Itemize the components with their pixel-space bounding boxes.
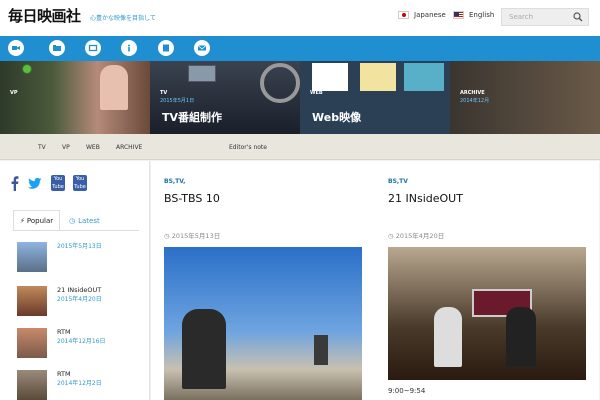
article-date: ◷ 2015年5月13日 bbox=[164, 230, 220, 240]
site-tagline: 心豊かな映像を目指して bbox=[90, 15, 156, 22]
article-category[interactable]: BS,TV, bbox=[164, 178, 185, 185]
mail-icon bbox=[197, 45, 207, 51]
search-icon[interactable] bbox=[573, 12, 583, 22]
sidebar: You Tube You Tube ⚡ Popular ◷ Latest 201… bbox=[0, 161, 150, 400]
tab-popular-label: Popular bbox=[26, 216, 54, 225]
language-english[interactable]: English bbox=[453, 11, 494, 19]
article-caption: 9:00~9:54 bbox=[388, 387, 426, 395]
hero-tile-web[interactable]: WEB Web映像 bbox=[300, 61, 450, 134]
film-icon bbox=[88, 44, 98, 52]
cameraman-photo bbox=[182, 309, 226, 389]
person-photo bbox=[314, 335, 328, 365]
presenter-photo bbox=[506, 307, 536, 367]
youtube-icon[interactable]: You Tube bbox=[51, 175, 65, 191]
submenu-vp[interactable]: VP bbox=[62, 144, 70, 151]
nav-info-button[interactable] bbox=[121, 40, 137, 56]
submenu-archive[interactable]: ARCHIVE bbox=[116, 144, 142, 151]
search-placeholder: Search bbox=[509, 13, 534, 21]
clock-icon: ◷ bbox=[164, 232, 172, 240]
article-date: ◷ 2015年4月20日 bbox=[388, 230, 444, 240]
article-image[interactable] bbox=[388, 247, 586, 380]
hero-archive-tag: ARCHIVE bbox=[460, 90, 485, 96]
search-input[interactable]: Search bbox=[501, 8, 589, 26]
article-title[interactable]: BS-TBS 10 bbox=[164, 192, 369, 206]
recent-thumbnail bbox=[17, 242, 47, 272]
twitter-icon[interactable] bbox=[28, 175, 42, 191]
nav-document-button[interactable] bbox=[158, 40, 174, 56]
tab-latest-label: Latest bbox=[78, 216, 100, 225]
hero-archive-date: 2014年12月 bbox=[460, 98, 490, 104]
recent-title[interactable]: RTM bbox=[57, 370, 142, 379]
hero-vp-tag: VP bbox=[10, 90, 18, 96]
article-card: BS,TV, BS-TBS 10 ◷ 2015年5月13日 bbox=[151, 161, 375, 400]
recent-date: 2015年5月13日 bbox=[57, 243, 102, 250]
tab-divider bbox=[13, 230, 139, 231]
presenter-photo bbox=[434, 307, 462, 367]
clock-icon: ◷ bbox=[69, 216, 76, 225]
video-camera-icon bbox=[12, 46, 20, 50]
green-badge-icon bbox=[22, 64, 32, 74]
language-english-label: English bbox=[469, 11, 495, 19]
us-flag-icon bbox=[453, 11, 464, 19]
recent-title[interactable]: RTM bbox=[57, 328, 142, 337]
hero-web-tag: WEB bbox=[310, 90, 323, 96]
folder-icon bbox=[53, 45, 61, 51]
recent-date: 2015年4月20日 bbox=[57, 296, 102, 303]
tab-popular[interactable]: ⚡ Popular bbox=[13, 210, 60, 231]
clock-icon: ◷ bbox=[388, 232, 396, 240]
recent-date: 2014年12月2日 bbox=[57, 380, 102, 387]
nav-mail-button[interactable] bbox=[194, 40, 210, 56]
document-icon bbox=[163, 44, 169, 52]
hero-tile-vp[interactable]: VP bbox=[0, 61, 150, 134]
hero-tv-date: 2015年5月1日 bbox=[160, 98, 195, 104]
nav-video-camera-button[interactable] bbox=[8, 40, 24, 56]
hero-tv-title: TV番組制作 bbox=[162, 111, 223, 124]
recent-thumbnail bbox=[17, 286, 47, 316]
hero-tile-tv[interactable]: TV 2015年5月1日 TV番組制作 bbox=[150, 61, 300, 134]
recent-thumbnail bbox=[17, 370, 47, 400]
featured-categories: VP TV 2015年5月1日 TV番組制作 WEB Web映像 ARCHIVE… bbox=[0, 61, 600, 134]
article-date-text: 2015年4月20日 bbox=[395, 232, 445, 240]
hero-tv-tag: TV bbox=[160, 90, 168, 96]
recent-thumbnail bbox=[17, 328, 47, 358]
studio-monitor-image bbox=[188, 65, 216, 82]
sub-menu: TV VP WEB ARCHIVE Editor's note bbox=[0, 134, 600, 160]
site-logo[interactable]: 毎日映画社 bbox=[8, 5, 81, 26]
site-header: 毎日映画社 心豊かな映像を目指して Japanese English Searc… bbox=[0, 0, 600, 36]
hero-web-title: Web映像 bbox=[312, 111, 362, 124]
facebook-icon[interactable] bbox=[11, 175, 19, 191]
studio-ring-image bbox=[260, 63, 300, 103]
article-date-text: 2015年5月13日 bbox=[171, 232, 221, 240]
article-card: BS,TV 21 INsideOUT ◷ 2015年4月20日 9:00~9:5… bbox=[375, 161, 599, 400]
submenu-editors-note[interactable]: Editor's note bbox=[229, 144, 267, 151]
tab-latest[interactable]: ◷ Latest bbox=[63, 210, 109, 231]
girl-photo bbox=[100, 65, 128, 110]
article-category[interactable]: BS,TV bbox=[388, 178, 408, 185]
hero-tile-archive[interactable]: ARCHIVE 2014年12月 bbox=[450, 61, 600, 134]
language-japanese[interactable]: Japanese bbox=[398, 11, 446, 19]
youtube-icon[interactable]: You Tube bbox=[73, 175, 87, 191]
web-card-image bbox=[360, 63, 396, 91]
recent-title[interactable]: 21 INsideOUT bbox=[57, 286, 142, 295]
article-image[interactable] bbox=[164, 247, 362, 400]
lightning-icon: ⚡ bbox=[20, 216, 25, 225]
info-icon bbox=[128, 44, 130, 52]
article-title[interactable]: 21 INsideOUT bbox=[388, 192, 593, 206]
web-card-image bbox=[312, 63, 348, 91]
language-japanese-label: Japanese bbox=[414, 11, 446, 19]
submenu-tv[interactable]: TV bbox=[38, 144, 46, 151]
icon-nav-bar bbox=[0, 36, 600, 61]
web-card-image bbox=[404, 63, 444, 91]
submenu-web[interactable]: WEB bbox=[86, 144, 100, 151]
nav-folder-button[interactable] bbox=[49, 40, 65, 56]
nav-film-button[interactable] bbox=[85, 40, 101, 56]
japan-flag-icon bbox=[398, 11, 409, 19]
recent-date: 2014年12月16日 bbox=[57, 338, 106, 345]
